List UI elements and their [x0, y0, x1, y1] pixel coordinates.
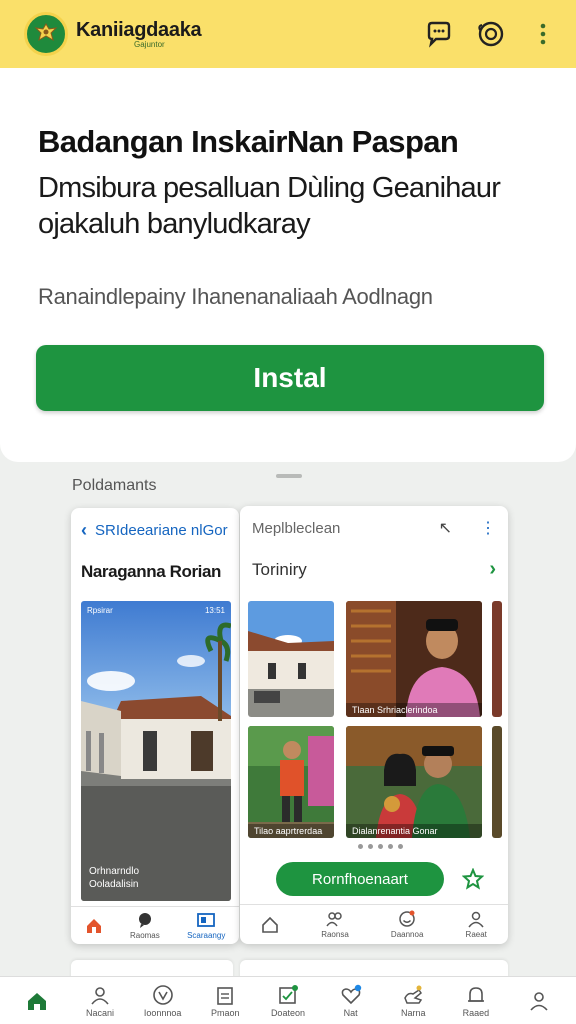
nav-home[interactable] [85, 917, 103, 935]
status-left: Rpsirar [87, 605, 113, 615]
app-name: Kaniiagdaaka [76, 19, 202, 41]
building-photo: Rpsirar 13:51 Orhnarndlo Ooladalisin [81, 601, 231, 901]
photo-caption-2: Ooladalisin [89, 879, 139, 890]
photo-caption-1: Orhnarndlo [89, 866, 140, 877]
nav-messages[interactable]: Raomas [130, 911, 160, 940]
section-title: Toriniry [252, 559, 307, 579]
bottom-nav-label: Nacani [85, 1007, 114, 1018]
checklist-icon [279, 984, 298, 1004]
nav-people[interactable]: Raonsa [321, 910, 349, 939]
thumbnail-building[interactable] [248, 601, 334, 717]
pagination-dots [358, 844, 403, 849]
status-time: 13:51 [204, 605, 225, 615]
thumbnail-couple[interactable]: Dialanrenantia Gonar [346, 726, 482, 838]
thumbnail-caption: Tlaan Srhriaclerindoa [346, 703, 482, 717]
phone-a-nav: Raomas Scaraangy [71, 906, 239, 944]
section-row[interactable]: Toriniry › [240, 558, 508, 581]
chat-icon [138, 913, 151, 928]
bottom-nav-item[interactable]: Pmaon [197, 984, 253, 1018]
thumbnail-peek [492, 726, 502, 838]
primary-action-button[interactable]: Rornfhoenaart [276, 862, 444, 896]
bell-icon [467, 986, 484, 1002]
app-install-card: Badangan InskairNan Paspan Dmsibura pesa… [0, 68, 576, 462]
person-icon [468, 911, 484, 928]
bottom-nav-label: Narna [401, 1007, 426, 1018]
nav-label: Daannoa [390, 930, 424, 939]
shield-icon [152, 984, 173, 1005]
bottom-nav-label: Raaed [462, 1007, 490, 1018]
eagle-emblem-icon [34, 23, 58, 42]
nav-mood[interactable]: Daannoa [391, 910, 423, 939]
bottom-navigation: Nacani Ioonnnoa Pmaon Doateon Nat Narna … [0, 976, 576, 1024]
bottom-nav-home[interactable] [9, 990, 65, 1012]
app-note: Ranaindlepainy Ihanenanaliaah Aodlnagn [38, 284, 433, 309]
home-icon [86, 918, 101, 933]
badge-star-icon[interactable] [462, 868, 484, 890]
back-link-label: SRIdeeariane nlGor [95, 521, 228, 539]
bottom-nav-label: Ioonnnoa [143, 1007, 182, 1018]
nav-label: Raomas [129, 931, 160, 940]
thumbnail-caption: Tilao aaprtrerdaa [248, 824, 334, 838]
app-header: Kaniiagdaaka Gajuntor [0, 0, 576, 68]
nav-label: Raeat [465, 930, 487, 939]
more-vertical-icon[interactable]: ⋮ [480, 518, 496, 538]
screenshot-title: Naraganna Rorian [81, 562, 222, 581]
screenshots-label: Poldamants [72, 477, 157, 494]
nav-gallery[interactable]: Scaraangy [187, 911, 225, 940]
nav-label: Scaraangy [187, 931, 226, 940]
screenshot-header: Meplbleclean [252, 519, 341, 537]
app-logo [24, 12, 68, 56]
profile-icon [529, 991, 548, 1011]
chevron-left-icon: ‹ [81, 519, 87, 540]
bottom-nav-item[interactable]: Narna [385, 984, 441, 1018]
app-title: Badangan InskairNan Paspan [38, 124, 459, 159]
clipboard-icon [217, 986, 234, 1005]
bottom-nav-item[interactable]: Ioonnnoa [135, 984, 191, 1018]
bottom-nav-label: Nat [343, 1007, 358, 1018]
bottom-nav-item[interactable]: Nacani [72, 984, 128, 1018]
phone-b-nav: Raonsa Daannoa Raeat [240, 904, 508, 944]
thumbnail-portrait-man[interactable]: Tlaan Srhriaclerindoa [346, 601, 482, 717]
app-description: Dmsibura pesalluan Dùling Geanihaur ojak… [38, 172, 501, 240]
drag-handle[interactable] [276, 474, 302, 478]
bottom-nav-profile[interactable] [511, 990, 567, 1012]
smiley-icon[interactable] [476, 19, 506, 49]
nav-home[interactable] [261, 916, 279, 934]
app-tagline: Gajuntor [134, 40, 165, 49]
settings-person-icon [91, 986, 109, 1005]
install-button[interactable]: Instal [36, 345, 544, 411]
thumbnail-peek [492, 601, 502, 717]
chevron-right-icon: › [489, 558, 496, 580]
chat-icon[interactable] [424, 19, 454, 49]
hand-icon [404, 985, 423, 1004]
bottom-nav-item[interactable]: Doateon [260, 984, 316, 1018]
bottom-nav-item[interactable]: Nat [323, 984, 379, 1018]
nav-profile[interactable]: Raeat [466, 910, 487, 939]
bottom-nav-label: Doateon [270, 1007, 305, 1018]
people-icon [326, 912, 342, 927]
thumbnail-man-standing[interactable]: Tilao aaprtrerdaa [248, 726, 334, 838]
thumbnail-caption: Dialanrenantia Gonar [346, 824, 482, 838]
smiley-icon [399, 910, 415, 927]
bottom-nav-label: Pmaon [211, 1007, 240, 1018]
heart-badge-icon [341, 984, 361, 1004]
back-link[interactable]: ‹ SRIdeeariane nlGor [71, 508, 239, 552]
edit-icon[interactable]: ↖ [439, 518, 452, 538]
home-icon [262, 916, 278, 933]
home-icon [28, 992, 47, 1010]
screenshot-phone-b[interactable]: Meplbleclean ↖ ⋮ Toriniry › Tlaan Srhria… [240, 506, 508, 944]
gallery-icon [197, 913, 216, 927]
bottom-nav-item[interactable]: Raaed [448, 984, 504, 1018]
nav-label: Raonsa [321, 930, 349, 939]
screenshot-phone-a[interactable]: ‹ SRIdeeariane nlGor Naraganna Rorian Rp… [71, 508, 239, 944]
more-vertical-icon[interactable] [528, 19, 558, 49]
